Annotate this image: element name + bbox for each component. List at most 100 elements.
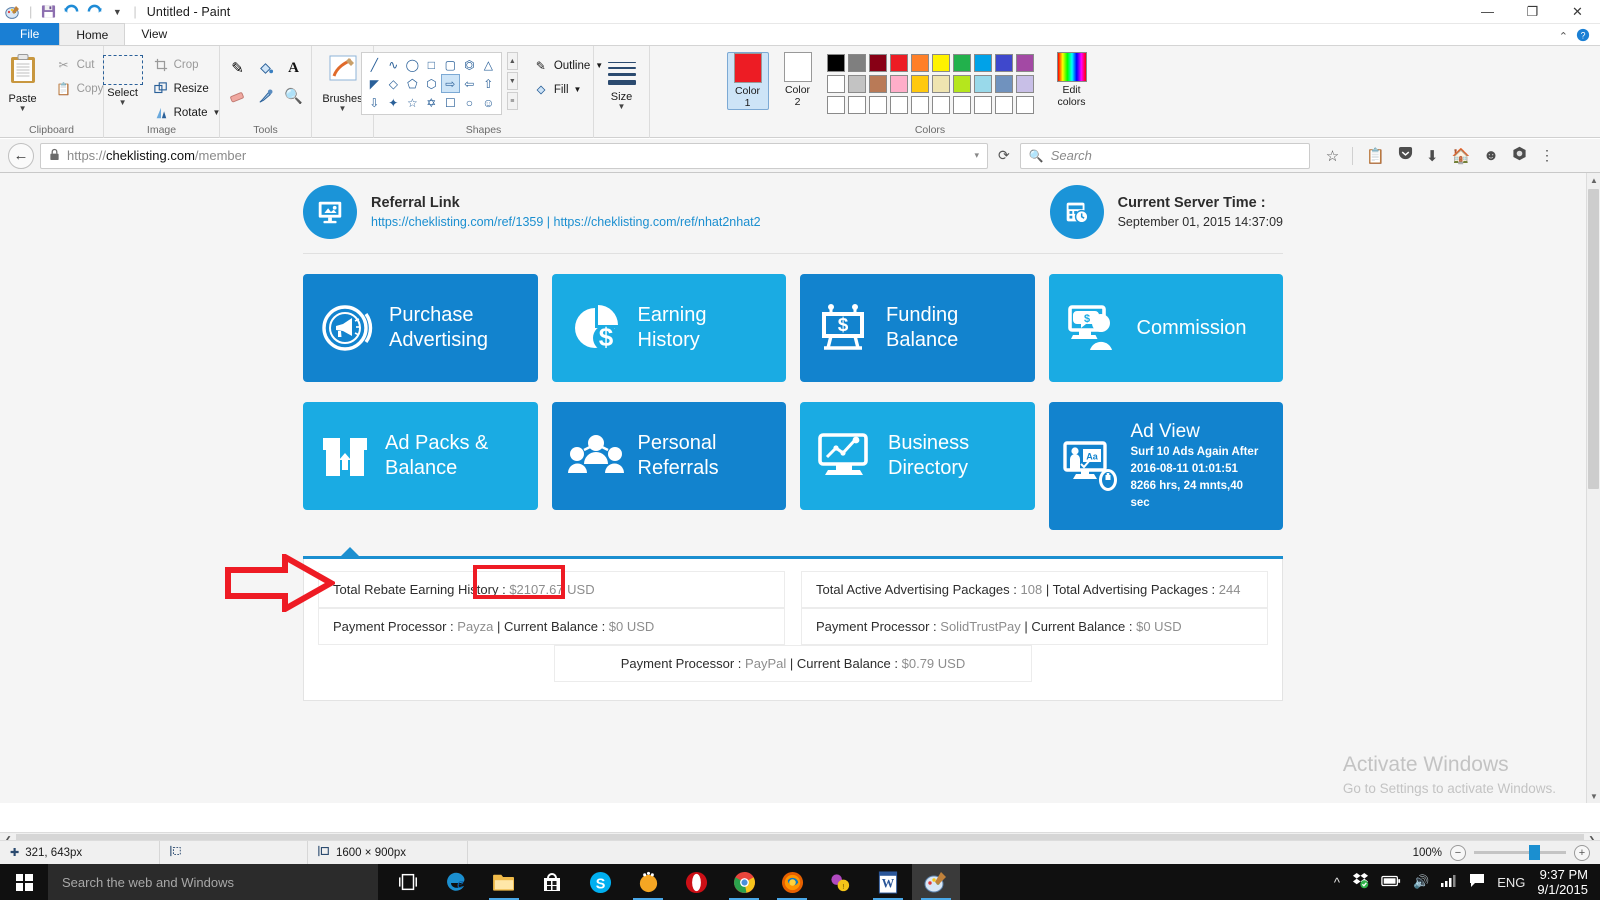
select-dropdown-caret[interactable]: ▼ xyxy=(119,99,127,107)
shape-rectangle-icon[interactable]: □ xyxy=(422,55,441,74)
tile-purchase-advertising[interactable]: Purchase Advertising xyxy=(303,274,538,382)
palette-swatch-r3-c3[interactable] xyxy=(868,96,887,114)
edge-icon[interactable]: e xyxy=(432,864,480,900)
shape-curve-icon[interactable]: ∿ xyxy=(384,55,403,74)
palette-swatch-r2-c3[interactable] xyxy=(868,75,887,93)
palette-swatch-r2-c4[interactable] xyxy=(889,75,908,93)
search-input[interactable]: 🔍 Search xyxy=(1019,142,1310,169)
palette-swatch-r2-c9[interactable] xyxy=(994,75,1013,93)
rotate-button[interactable]: Rotate ▼ xyxy=(150,102,224,123)
tile-commission[interactable]: $ Commission xyxy=(1048,274,1283,382)
palette-swatch-r3-c2[interactable] xyxy=(847,96,866,114)
palette-swatch-r3-c6[interactable] xyxy=(931,96,950,114)
shapes-gallery[interactable]: ╱ ∿ ◯ □ ▢ ⏣ △ ◤ ◇ ⬠ ⬡ ⇨ ⇦ ⇧ ⇩ ✦ ☆ ✡ ☐ ○ … xyxy=(360,52,502,115)
zoom-in-button[interactable]: + xyxy=(1574,844,1590,861)
palette-swatch-r2-c6[interactable] xyxy=(931,75,950,93)
palette-swatch-r1-c5[interactable] xyxy=(910,54,929,72)
store-icon[interactable] xyxy=(528,864,576,900)
shapes-scroll-controls[interactable]: ▲ ▼ ≡ xyxy=(506,52,518,110)
firefox-icon[interactable] xyxy=(768,864,816,900)
shape-up-arrow-icon[interactable]: ⇧ xyxy=(479,74,498,93)
sunshine-app-icon[interactable] xyxy=(624,864,672,900)
shape-pentagon-icon[interactable]: ⬠ xyxy=(403,74,422,93)
color-2-button[interactable]: Color 2 xyxy=(777,52,819,108)
palette-swatch-r2-c5[interactable] xyxy=(910,75,929,93)
smiley-icon[interactable]: ☻ xyxy=(1483,147,1499,164)
shape-left-arrow-icon[interactable]: ⇦ xyxy=(460,74,479,93)
palette-swatch-r3-c10[interactable] xyxy=(1015,96,1034,114)
referral-link-1[interactable]: https://cheklisting.com/ref/1359 xyxy=(371,215,543,229)
menu-icon[interactable]: ⋮ xyxy=(1540,147,1554,164)
shape-polygon-icon[interactable]: ⏣ xyxy=(460,55,479,74)
shape-triangle-icon[interactable]: △ xyxy=(479,55,498,74)
skype-icon[interactable]: S xyxy=(576,864,624,900)
tab-view[interactable]: View xyxy=(125,23,183,45)
zoom-slider-thumb[interactable] xyxy=(1529,845,1540,860)
minimize-button[interactable]: — xyxy=(1465,0,1510,24)
tab-file[interactable]: File xyxy=(0,23,60,45)
shape-oval-callout-icon[interactable]: ○ xyxy=(460,93,479,112)
shape-rounded-rectangle-icon[interactable]: ▢ xyxy=(441,55,460,74)
shapes-scroll-up-icon[interactable]: ▲ xyxy=(506,52,518,70)
zoom-slider[interactable] xyxy=(1474,845,1566,860)
vertical-scroll-thumb[interactable] xyxy=(1588,189,1599,489)
redo-icon[interactable] xyxy=(85,3,103,21)
taskbar-search-box[interactable]: Search the web and Windows xyxy=(48,864,378,900)
palette-swatch-r2-c8[interactable] xyxy=(973,75,992,93)
shape-rounded-callout-icon[interactable]: ☐ xyxy=(441,93,460,112)
size-button[interactable]: Size ▼ xyxy=(601,56,643,111)
color-1-button[interactable]: Color 1 xyxy=(726,52,769,110)
reading-list-icon[interactable]: 📋 xyxy=(1366,147,1385,165)
pencil-icon[interactable]: ✎ xyxy=(224,54,252,82)
tile-earning-history[interactable]: $ Earning History xyxy=(551,274,786,382)
palette-swatch-r1-c9[interactable] xyxy=(994,54,1013,72)
close-button[interactable]: ✕ xyxy=(1555,0,1600,24)
palette-swatch-r1-c3[interactable] xyxy=(868,54,887,72)
tile-business-directory[interactable]: Business Directory xyxy=(800,402,1035,510)
reload-icon[interactable]: ⟳ xyxy=(994,147,1014,164)
zoom-out-button[interactable]: − xyxy=(1450,844,1466,861)
word-icon[interactable]: W xyxy=(864,864,912,900)
palette-swatch-r1-c2[interactable] xyxy=(847,54,866,72)
pocket-icon[interactable] xyxy=(1398,146,1413,165)
select-button[interactable]: Select ▼ xyxy=(100,51,146,107)
downloads-icon[interactable]: ⬇ xyxy=(1426,147,1439,165)
fill-bucket-icon[interactable] xyxy=(252,54,280,82)
help-icon[interactable]: ? xyxy=(1576,28,1590,45)
shapes-expand-icon[interactable]: ≡ xyxy=(506,92,518,110)
home-icon[interactable]: 🏠 xyxy=(1451,147,1470,165)
task-view-icon[interactable] xyxy=(384,864,432,900)
scroll-down-icon[interactable]: ▼ xyxy=(1587,789,1600,803)
magnifier-icon[interactable]: 🔍 xyxy=(280,82,308,110)
shape-right-triangle-icon[interactable]: ◤ xyxy=(365,74,384,93)
start-button[interactable] xyxy=(0,864,48,900)
maximize-button[interactable]: ❐ xyxy=(1510,0,1555,24)
palette-swatch-r1-c4[interactable] xyxy=(889,54,908,72)
shape-six-point-star-icon[interactable]: ✡ xyxy=(422,93,441,112)
palette-swatch-r1-c1[interactable] xyxy=(826,54,845,72)
shape-right-arrow-icon[interactable]: ⇨ xyxy=(440,74,460,93)
fill-caret[interactable]: ▼ xyxy=(574,85,582,94)
shape-down-arrow-icon[interactable]: ⇩ xyxy=(365,93,384,112)
palette-swatch-r1-c7[interactable] xyxy=(952,54,971,72)
shape-oval-icon[interactable]: ◯ xyxy=(403,55,422,74)
page-vertical-scrollbar[interactable]: ▲ ▼ xyxy=(1586,173,1600,803)
palette-swatch-r3-c9[interactable] xyxy=(994,96,1013,114)
back-button[interactable]: ← xyxy=(8,142,34,169)
edit-colors-button[interactable]: Edit colors xyxy=(1050,52,1094,108)
paste-button[interactable]: Paste ▼ xyxy=(0,51,49,113)
shape-five-point-star-icon[interactable]: ☆ xyxy=(403,93,422,112)
tab-home[interactable]: Home xyxy=(59,23,126,45)
language-indicator[interactable]: ENG xyxy=(1497,875,1525,890)
referral-link-2[interactable]: https://cheklisting.com/ref/nhat2nhat2 xyxy=(554,215,761,229)
file-explorer-icon[interactable] xyxy=(480,864,528,900)
palette-swatch-r3-c4[interactable] xyxy=(889,96,908,114)
shape-four-point-star-icon[interactable]: ✦ xyxy=(384,93,403,112)
chrome-icon[interactable] xyxy=(720,864,768,900)
eraser-icon[interactable] xyxy=(224,82,252,110)
dropbox-icon[interactable] xyxy=(1352,872,1369,892)
sync-icon[interactable] xyxy=(1512,146,1527,165)
palette-swatch-r2-c2[interactable] xyxy=(847,75,866,93)
tile-personal-referrals[interactable]: Personal Referrals xyxy=(551,402,786,510)
collapse-ribbon-icon[interactable]: ⌃ xyxy=(1559,30,1568,43)
